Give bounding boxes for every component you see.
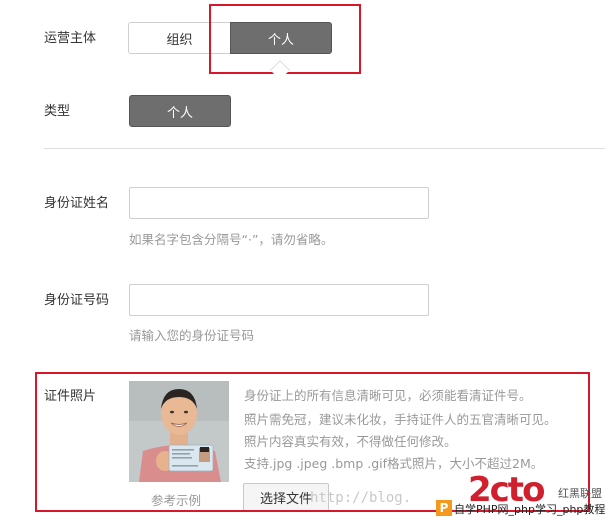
- operator-label: 运营主体: [44, 31, 97, 46]
- id-name-hint: 如果名字包含分隔号“·”，请勿省略。: [129, 232, 334, 247]
- id-name-input[interactable]: [129, 187, 429, 219]
- type-value-button[interactable]: 个人: [129, 95, 231, 127]
- id-number-label: 身份证号码: [44, 293, 110, 308]
- watermark-site-text: 自学PHP网_php学习_php教程: [454, 503, 605, 516]
- watermark-brand-cn: 红黑联盟: [558, 487, 602, 500]
- id-name-label: 身份证姓名: [44, 196, 110, 211]
- section-divider: [44, 148, 605, 149]
- watermark-badge-icon: P: [436, 500, 452, 516]
- id-number-input[interactable]: [129, 284, 429, 316]
- watermark-url: http://blog.: [310, 490, 412, 506]
- type-label: 类型: [44, 104, 71, 119]
- highlight-box-operator: [209, 4, 361, 74]
- id-number-hint: 请输入您的身份证号码: [129, 328, 255, 343]
